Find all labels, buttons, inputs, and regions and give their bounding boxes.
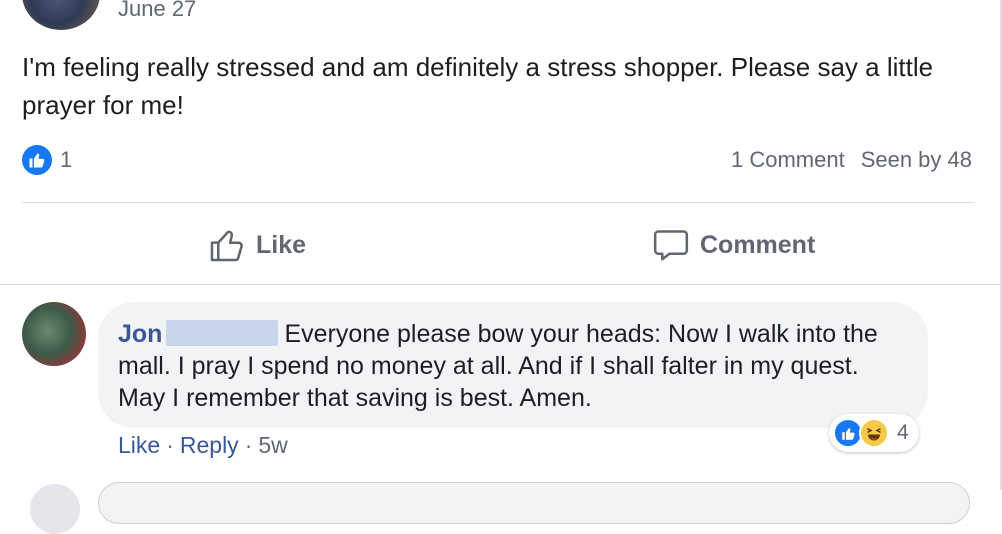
separator: · [166, 432, 174, 458]
reply-input[interactable] [98, 482, 970, 524]
commenter-avatar[interactable] [22, 302, 86, 366]
laughing-face-icon [859, 418, 889, 448]
seen-by[interactable]: Seen by 48 [861, 147, 972, 173]
post-stats: 1 Comment Seen by 48 [731, 147, 972, 173]
haha-face-icon [867, 428, 881, 441]
comment-button[interactable]: Comment [652, 222, 815, 268]
comment-reply-link[interactable]: Reply [180, 432, 239, 459]
separator: · [244, 432, 253, 458]
like-button[interactable]: Like [208, 222, 306, 268]
divider [22, 202, 974, 203]
thumbs-up-icon [29, 153, 45, 168]
comment-body: Jon Everyone please bow your heads: Now I… [118, 318, 908, 414]
speech-bubble-icon [653, 230, 689, 261]
redacted-name [166, 320, 279, 346]
comment-reactions[interactable]: 4 [829, 414, 919, 452]
like-button-label: Like [256, 230, 307, 259]
reaction-count: 4 [897, 421, 909, 444]
comment-count[interactable]: 1 Comment [731, 147, 845, 173]
thumbs-up-outline-icon [210, 230, 243, 262]
post-date[interactable]: June 27 [118, 0, 196, 22]
post-like-count[interactable]: 1 [60, 147, 72, 173]
comment-actions: Like · Reply · 5w [118, 432, 288, 459]
post-text: I'm feeling really stressed and am defin… [22, 52, 934, 120]
comment-author-name[interactable]: Jon [118, 320, 162, 348]
thumbs-up-icon [841, 427, 855, 440]
comment-like-link[interactable]: Like [118, 432, 160, 459]
comment-button-label: Comment [700, 230, 816, 259]
like-badge-icon[interactable] [22, 145, 52, 175]
comment-timestamp[interactable]: 5w [258, 432, 287, 459]
divider [0, 284, 1000, 285]
current-user-avatar [30, 484, 80, 534]
post-author-avatar[interactable] [22, 0, 100, 30]
